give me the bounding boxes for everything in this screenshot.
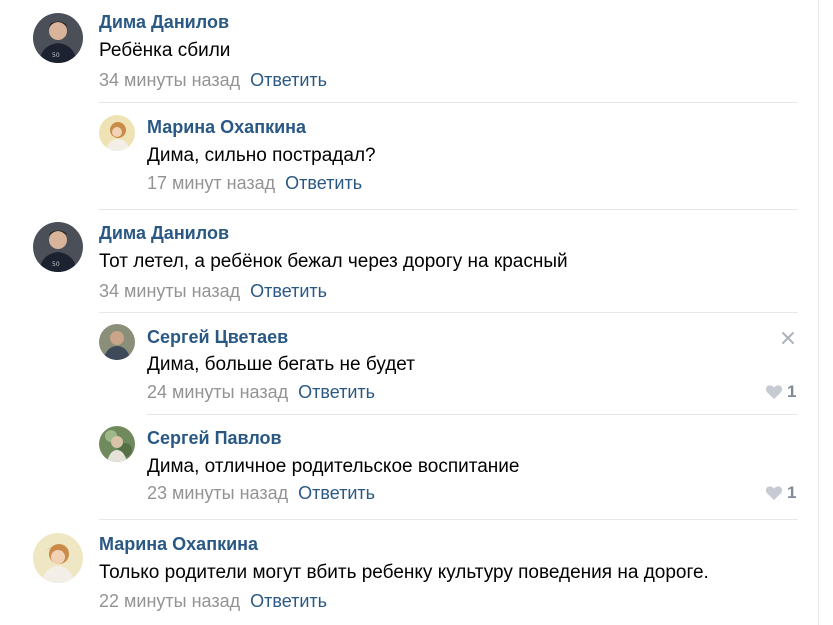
comment-meta: 24 минуты назад Ответить <box>147 382 375 403</box>
reply-link[interactable]: Ответить <box>250 70 327 90</box>
comment-text: Тот летел, а ребёнок бежал через дорогу … <box>99 251 568 272</box>
comment-time[interactable]: 24 минуты назад <box>147 382 288 402</box>
reply-link[interactable]: Ответить <box>298 382 375 402</box>
reply-link[interactable]: Ответить <box>250 281 327 301</box>
like-count: 1 <box>787 483 797 502</box>
divider <box>147 414 798 415</box>
avatar[interactable]: 50 <box>33 13 83 63</box>
divider <box>99 209 798 210</box>
divider <box>99 312 798 313</box>
comment-author[interactable]: Дима Данилов <box>99 223 229 244</box>
comment-author[interactable]: Сергей Павлов <box>147 428 282 449</box>
reply-link[interactable]: Ответить <box>285 173 362 193</box>
comment-author[interactable]: Марина Охапкина <box>147 117 306 138</box>
avatar[interactable] <box>99 115 135 151</box>
comment-author[interactable]: Сергей Цветаев <box>147 327 288 348</box>
comment-meta: 22 минуты назад Ответить <box>99 591 327 612</box>
heart-icon <box>765 385 783 399</box>
comment-text: Дима, больше бегать не будет <box>147 354 415 375</box>
like-button[interactable]: 1 <box>765 382 796 402</box>
panel-right-border <box>818 0 819 625</box>
svg-text:50: 50 <box>52 261 60 268</box>
comment-time[interactable]: 17 минут назад <box>147 173 275 193</box>
avatar[interactable] <box>33 533 83 583</box>
comment-time[interactable]: 22 минуты назад <box>99 591 240 611</box>
avatar[interactable] <box>99 426 135 462</box>
avatar[interactable]: 50 <box>33 222 83 272</box>
reply-link[interactable]: Ответить <box>250 591 327 611</box>
like-count: 1 <box>787 382 797 401</box>
comment-meta: 23 минуты назад Ответить <box>147 483 375 504</box>
comment-author[interactable]: Марина Охапкина <box>99 534 258 555</box>
comment-author[interactable]: Дима Данилов <box>99 12 229 33</box>
divider <box>99 102 798 103</box>
comment-text: Дима, сильно пострадал? <box>147 145 376 166</box>
comment-meta: 17 минут назад Ответить <box>147 173 362 194</box>
divider <box>99 519 798 520</box>
comment-text: Только родители могут вбить ребенку куль… <box>99 562 709 583</box>
comment-meta: 34 минуты назад Ответить <box>99 281 327 302</box>
reply-link[interactable]: Ответить <box>298 483 375 503</box>
comment-time[interactable]: 34 минуты назад <box>99 281 240 301</box>
svg-text:50: 50 <box>52 52 60 59</box>
close-icon[interactable] <box>781 331 795 345</box>
comment-time[interactable]: 34 минуты назад <box>99 70 240 90</box>
comment-meta: 34 минуты назад Ответить <box>99 70 327 91</box>
comment-text: Ребёнка сбили <box>99 40 231 61</box>
comment-time[interactable]: 23 минуты назад <box>147 483 288 503</box>
avatar[interactable] <box>99 324 135 360</box>
like-button[interactable]: 1 <box>765 483 796 503</box>
comment-text: Дима, отличное родительское воспитание <box>147 456 520 477</box>
heart-icon <box>765 486 783 500</box>
